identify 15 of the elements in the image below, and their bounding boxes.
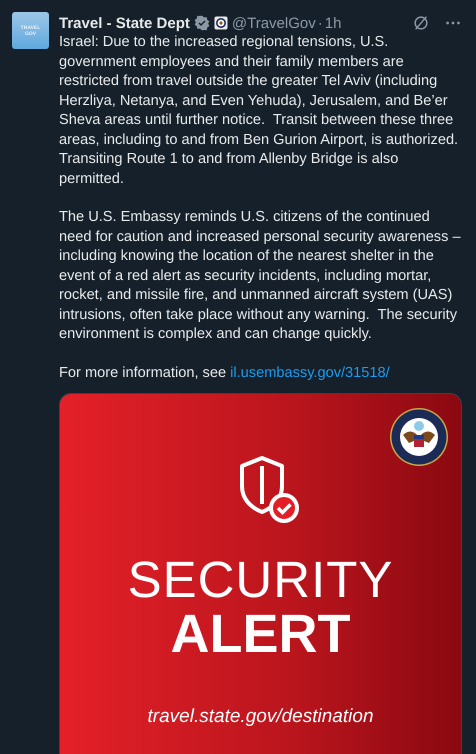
slash-circle-icon[interactable] [412, 14, 430, 32]
tweet-text: For more information, see il.usembassy.gov/31518/ [59, 364, 391, 382]
separator: · [318, 14, 323, 32]
seal-icon [389, 407, 449, 467]
alert-image[interactable]: SECURITY ALERT travel.state.gov/destination [59, 393, 462, 754]
alert-url: travel.state.gov/destination [147, 706, 374, 728]
link[interactable]: il.usembassy.gov/31518/ [230, 364, 390, 380]
seal-icon [214, 16, 228, 30]
tweet-text: Israel: Due to the increased regional tensions, U.S. government employees and their family members are restricted from travel outside the greater Tel Aviv (including Herzliya, Netanya, and Even Yehuda), Jerusalem, and Be’er Sheva areas until further notice. Transit between these three areas, including to and from Ben Gurion Airport, is authorized. Transiting Route 1 to and from Allenby Bridge is also permitted. [59, 33, 460, 188]
author-name[interactable]: Travel - State Dept [59, 14, 190, 32]
user-handle[interactable]: @TravelGov [232, 14, 316, 32]
timestamp[interactable]: 1h [324, 14, 342, 32]
alert-headline: ALERT [170, 606, 350, 662]
alert-headline: SECURITY [128, 554, 394, 606]
tweet-text: The U.S. Embassy reminds U.S. citizens of the continued need for caution and increased personal security awareness – including knowing the location of the nearest shelter in the event of a red alert as security incidents, including mortar, rocket, and missile fire, and unmanned aircraft system (UAS) intrusions, often take place without any warning. The security environment is complex and can change quickly. [59, 208, 462, 344]
